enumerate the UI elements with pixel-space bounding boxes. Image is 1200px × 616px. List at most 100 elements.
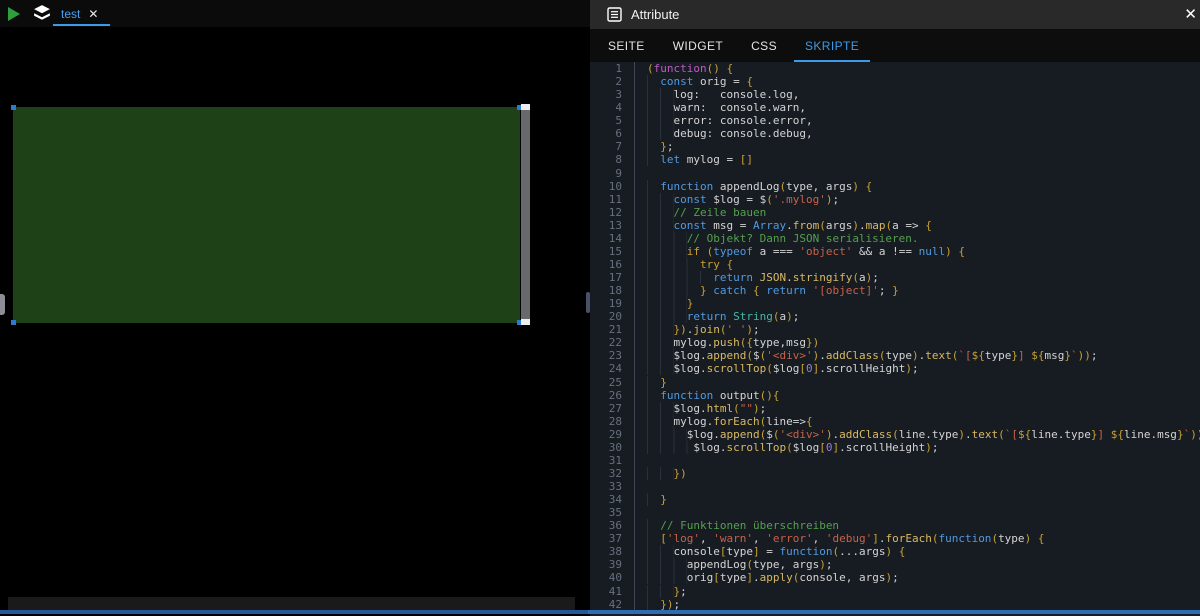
code-line[interactable]: 35 (590, 506, 1200, 519)
code-line[interactable]: 11 const $log = $('.mylog'); (590, 193, 1200, 206)
resize-handle-top-left[interactable] (11, 105, 16, 110)
left-topbar: test ✕ (0, 0, 590, 27)
code-line[interactable]: 21 }).join(' '); (590, 323, 1200, 336)
code-line[interactable]: 29 $log.append($('<div>').addClass(line.… (590, 428, 1200, 441)
code-line[interactable]: 6 debug: console.debug, (590, 127, 1200, 140)
code-text: }; (635, 140, 674, 153)
code-text (635, 167, 647, 180)
code-line[interactable]: 5 error: console.error, (590, 114, 1200, 127)
attribute-tab-bar: SEITEWIDGETCSSSKRIPTE (590, 29, 1200, 62)
code-line[interactable]: 18 } catch { return '[object]'; } (590, 284, 1200, 297)
code-line[interactable]: 3 log: console.log, (590, 88, 1200, 101)
line-number: 40 (590, 571, 635, 584)
code-text: } catch { return '[object]'; } (635, 284, 899, 297)
line-number: 39 (590, 558, 635, 571)
code-line[interactable]: 20 return String(a); (590, 310, 1200, 323)
code-text: } (635, 297, 693, 310)
line-number: 16 (590, 258, 635, 271)
code-line[interactable]: 4 warn: console.warn, (590, 101, 1200, 114)
resize-handle-bottom-left[interactable] (11, 320, 16, 325)
line-number: 23 (590, 349, 635, 362)
code-line[interactable]: 19 } (590, 297, 1200, 310)
line-number: 36 (590, 519, 635, 532)
code-text: // Objekt? Dann JSON serialisieren. (635, 232, 919, 245)
selected-green-widget[interactable] (13, 107, 520, 323)
code-line[interactable]: 37 ['log', 'warn', 'error', 'debug'].for… (590, 532, 1200, 545)
code-text: }).join(' '); (635, 323, 760, 336)
code-text: if (typeof a === 'object' && a !== null)… (635, 245, 965, 258)
line-number: 9 (590, 167, 635, 180)
script-code-editor[interactable]: 1(function() {2 const orig = {3 log: con… (590, 62, 1200, 610)
line-number: 27 (590, 402, 635, 415)
panel-close-icon[interactable]: ✕ (1182, 5, 1199, 23)
code-text: const orig = { (635, 75, 753, 88)
code-text: const $log = $('.mylog'); (635, 193, 839, 206)
code-line[interactable]: 27 $log.html(""); (590, 402, 1200, 415)
code-line[interactable]: 34 } (590, 493, 1200, 506)
code-text: $log.append($('<div>').addClass(line.typ… (635, 428, 1200, 441)
code-line[interactable]: 25 } (590, 376, 1200, 389)
code-line[interactable]: 38 console[type] = function(...args) { (590, 545, 1200, 558)
code-text: $log.append($('<div>').addClass(type).te… (635, 349, 1097, 362)
code-line[interactable]: 14 // Objekt? Dann JSON serialisieren. (590, 232, 1200, 245)
left-edge-drag-handle[interactable] (0, 294, 5, 315)
tab-test[interactable]: test ✕ (55, 0, 104, 27)
code-line[interactable]: 32 }) (590, 467, 1200, 480)
code-line[interactable]: 26 function output(){ (590, 389, 1200, 402)
code-text: error: console.error, (635, 114, 813, 127)
code-text: debug: console.debug, (635, 127, 813, 140)
code-line[interactable]: 10 function appendLog(type, args) { (590, 180, 1200, 193)
code-line[interactable]: 13 const msg = Array.from(args).map(a =>… (590, 219, 1200, 232)
line-number: 10 (590, 180, 635, 193)
code-line[interactable]: 17 return JSON.stringify(a); (590, 271, 1200, 284)
code-line[interactable]: 28 mylog.forEach(line=>{ (590, 415, 1200, 428)
code-text: }) (635, 467, 687, 480)
tab-close-icon[interactable]: ✕ (88, 8, 98, 20)
code-text: $log.scrollTop($log[0].scrollHeight); (635, 362, 919, 375)
bottom-scrollbar[interactable] (0, 610, 1200, 614)
code-text: } (635, 376, 667, 389)
scrollbar-top-cap[interactable] (521, 104, 530, 110)
line-number: 26 (590, 389, 635, 402)
code-line[interactable]: 1(function() { (590, 62, 1200, 75)
code-line[interactable]: 41 }; (590, 585, 1200, 598)
code-line[interactable]: 8 let mylog = [] (590, 153, 1200, 166)
code-line[interactable]: 33 (590, 480, 1200, 493)
code-line[interactable]: 9 (590, 167, 1200, 180)
code-line[interactable]: 39 appendLog(type, args); (590, 558, 1200, 571)
code-line[interactable]: 12 // Zeile bauen (590, 206, 1200, 219)
code-line[interactable]: 24 $log.scrollTop($log[0].scrollHeight); (590, 362, 1200, 375)
scrollbar-bottom-cap[interactable] (521, 319, 530, 325)
line-number: 3 (590, 88, 635, 101)
tab-css[interactable]: CSS (737, 29, 791, 62)
code-line[interactable]: 31 (590, 454, 1200, 467)
line-number: 19 (590, 297, 635, 310)
line-number: 35 (590, 506, 635, 519)
line-number: 21 (590, 323, 635, 336)
line-number: 12 (590, 206, 635, 219)
code-line[interactable]: 22 mylog.push({type,msg}) (590, 336, 1200, 349)
code-line[interactable]: 2 const orig = { (590, 75, 1200, 88)
code-line[interactable]: 23 $log.append($('<div>').addClass(type)… (590, 349, 1200, 362)
code-text: return JSON.stringify(a); (635, 271, 879, 284)
widget-scrollbar[interactable] (521, 104, 530, 325)
code-text: }; (635, 585, 687, 598)
code-line[interactable]: 40 orig[type].apply(console, args); (590, 571, 1200, 584)
tab-skripte[interactable]: SKRIPTE (791, 29, 873, 62)
code-line[interactable]: 15 if (typeof a === 'object' && a !== nu… (590, 245, 1200, 258)
code-line[interactable]: 30 $log.scrollTop($log[0].scrollHeight); (590, 441, 1200, 454)
code-text: // Zeile bauen (635, 206, 766, 219)
code-line[interactable]: 42 }); (590, 598, 1200, 610)
code-line[interactable]: 36 // Funktionen überschreiben (590, 519, 1200, 532)
code-line[interactable]: 7 }; (590, 140, 1200, 153)
tab-test-label: test (61, 7, 80, 21)
tab-seite[interactable]: SEITE (594, 29, 659, 62)
code-text: }); (635, 598, 680, 610)
tab-widget[interactable]: WIDGET (659, 29, 737, 62)
layers-icon[interactable] (33, 4, 51, 22)
line-number: 38 (590, 545, 635, 558)
preview-canvas[interactable] (0, 27, 588, 616)
code-line[interactable]: 16 try { (590, 258, 1200, 271)
run-play-icon[interactable] (8, 7, 20, 21)
code-text: // Funktionen überschreiben (635, 519, 839, 532)
